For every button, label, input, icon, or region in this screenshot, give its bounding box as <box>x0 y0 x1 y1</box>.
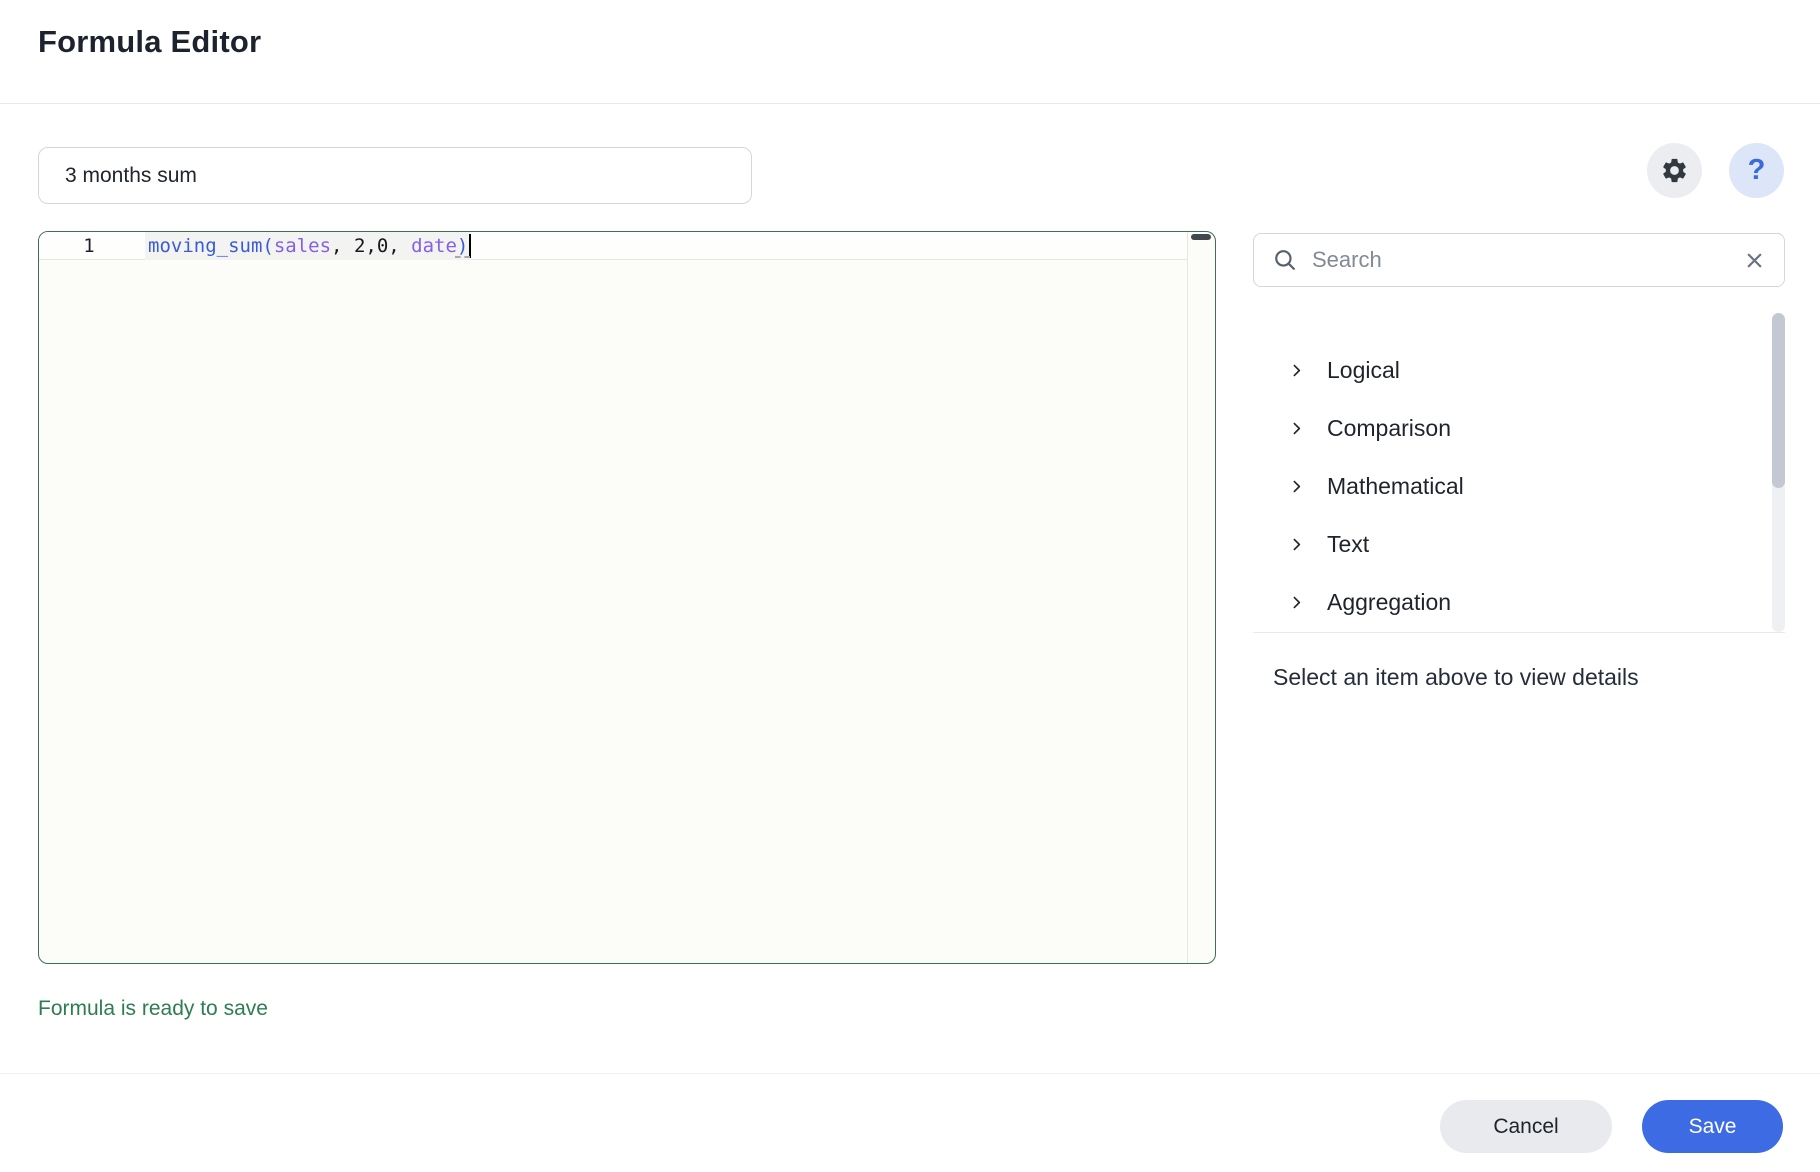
clear-search-button[interactable] <box>1739 245 1770 276</box>
token-column: date <box>411 235 457 257</box>
category-row-mathematical[interactable]: Mathematical <box>1253 457 1758 515</box>
cancel-button[interactable]: Cancel <box>1440 1100 1612 1153</box>
settings-button[interactable] <box>1647 143 1702 198</box>
status-message: Formula is ready to save <box>38 997 268 1020</box>
list-divider <box>1253 632 1785 633</box>
token-number: 2,0 <box>353 235 389 257</box>
category-label: Aggregation <box>1327 588 1452 615</box>
question-mark-icon: ? <box>1747 154 1766 186</box>
category-label: Logical <box>1327 356 1400 383</box>
formula-code-editor[interactable]: 1 moving_sum(sales, 2,0, date) <box>38 231 1216 964</box>
category-label: Comparison <box>1327 414 1451 441</box>
save-button[interactable]: Save <box>1642 1100 1783 1153</box>
formula-expression: moving_sum(sales, 2,0, date) <box>145 232 472 260</box>
help-button[interactable]: ? <box>1729 143 1784 198</box>
token-separator: , <box>331 235 354 257</box>
chevron-right-icon <box>1293 480 1301 492</box>
chevron-right-icon <box>1293 538 1301 550</box>
chevron-right-icon <box>1293 596 1301 608</box>
token-function: moving_sum( <box>148 235 274 257</box>
category-row-comparison[interactable]: Comparison <box>1253 399 1758 457</box>
search-input[interactable] <box>1312 247 1739 273</box>
token-column: sales <box>273 235 332 257</box>
category-label: Mathematical <box>1327 472 1464 499</box>
chevron-right-icon <box>1293 422 1301 434</box>
list-scrollbar-thumb[interactable] <box>1772 313 1785 488</box>
formula-editor-dialog: Formula Editor ? 1 moving_sum(sales, 2,0… <box>0 0 1820 1172</box>
category-row-logical[interactable]: Logical <box>1253 341 1758 399</box>
search-icon <box>1275 250 1295 270</box>
details-hint: Select an item above to view details <box>1273 664 1639 690</box>
category-row-text[interactable]: Text <box>1253 515 1758 573</box>
code-line[interactable]: 1 moving_sum(sales, 2,0, date) <box>39 232 1187 260</box>
footer-divider <box>0 1073 1820 1074</box>
function-search <box>1253 233 1785 287</box>
editor-gutter-divider <box>1187 232 1188 963</box>
line-number: 1 <box>83 235 95 257</box>
token-separator: , <box>388 235 412 257</box>
category-label: Text <box>1327 530 1370 557</box>
close-icon <box>1747 253 1762 267</box>
list-scrollbar[interactable] <box>1772 313 1785 632</box>
page-title: Formula Editor <box>38 24 262 59</box>
editor-scrollbar-thumb[interactable] <box>1191 234 1211 240</box>
chevron-right-icon <box>1293 364 1301 376</box>
function-category-list: Logical Comparison Mathematical Text Agg… <box>1253 341 1758 631</box>
lint-underline <box>455 234 471 258</box>
gear-icon <box>1663 158 1686 183</box>
header-divider <box>0 103 1820 104</box>
formula-name-input[interactable] <box>38 147 752 204</box>
category-row-aggregation[interactable]: Aggregation <box>1253 573 1758 631</box>
